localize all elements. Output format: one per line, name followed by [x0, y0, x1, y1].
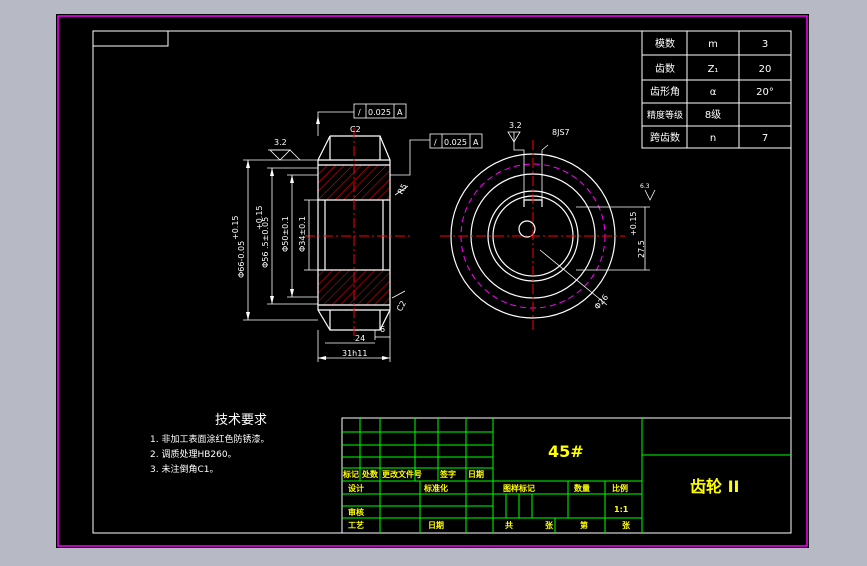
drawing-canvas: 模数 m 3 齿数 Z₁ 20 齿形角 α 20° 精度等级 8级 跨齿数 n …: [56, 14, 809, 548]
dim-hub-width: 24: [355, 334, 365, 343]
flatness-symbol: /: [358, 108, 361, 117]
param-label-2: 齿数: [655, 62, 675, 75]
dim-outer-tol: +0.15: [231, 215, 240, 240]
process-label: 工艺: [348, 520, 364, 530]
param-value-5: 7: [762, 133, 768, 144]
sheets-total-label: 共: [505, 520, 513, 530]
keyway-width: 8JS7: [552, 128, 570, 137]
param-symbol-2: Z₁: [708, 64, 719, 75]
param-value-2: 20: [759, 64, 772, 75]
quantity-label: 数量: [574, 483, 590, 493]
param-symbol-3: α: [710, 87, 717, 98]
sheet-label: 张: [545, 521, 554, 530]
design-label: 设计: [348, 483, 364, 493]
param-label-5: 跨齿数: [650, 131, 680, 144]
runout-symbol: /: [434, 138, 437, 147]
rev-header-sign: 签字: [439, 469, 456, 479]
tech-req-item-3: 3. 未注倒角C1。: [150, 463, 218, 475]
param-label-3: 齿形角: [650, 86, 680, 98]
part-name: 齿轮 II: [690, 477, 739, 496]
dim-outer: Φ66-0.05: [237, 241, 246, 278]
rev-header-docno: 更改文件号: [382, 469, 422, 479]
side-roughness: 6.3: [640, 183, 650, 190]
param-label-4: 精度等级: [647, 109, 683, 121]
flatness-datum: A: [397, 108, 403, 117]
review-label: 审核: [348, 507, 364, 517]
rev-header-date: 日期: [468, 469, 484, 479]
stage-mark-label: 图样标记: [503, 483, 535, 493]
sheet-no-label: 第: [580, 520, 588, 530]
rev-header-mark: 标记: [342, 469, 359, 479]
dim-step: 6: [380, 325, 385, 334]
tech-req-item-2: 2. 调质处理HB260。: [150, 448, 237, 460]
keyway-tol: +0.15: [629, 211, 638, 236]
param-symbol-1: m: [708, 39, 718, 50]
param-value-1: 3: [762, 39, 768, 50]
standardization-label: 标准化: [423, 483, 448, 493]
tech-req-item-1: 1. 非加工表面涂红色防锈漆。: [150, 433, 269, 445]
dim-hub2: Φ34±0.1: [298, 216, 307, 252]
section-roughness: 3.2: [274, 138, 287, 147]
param-symbol-4: 8级: [705, 109, 721, 121]
scale-label: 比例: [612, 483, 628, 493]
param-symbol-5: n: [710, 133, 716, 144]
runout-datum: A: [473, 138, 479, 147]
date-label: 日期: [428, 520, 444, 530]
flatness-value: 0.025: [368, 108, 391, 117]
dim-width: 31h11: [342, 349, 367, 358]
sheet-unit-label: 张: [622, 521, 631, 530]
chamfer-top: C2: [350, 125, 361, 134]
runout-value: 0.025: [444, 138, 467, 147]
rev-header-count: 处数: [361, 469, 379, 479]
scale-value: 1:1: [614, 505, 629, 514]
front-roughness: 3.2: [509, 121, 522, 130]
cad-drawing-viewport[interactable]: 模数 m 3 齿数 Z₁ 20 齿形角 α 20° 精度等级 8级 跨齿数 n …: [0, 0, 867, 562]
dim-hub1: Φ50±0.1: [281, 216, 290, 252]
dim-root-tol: +0.15: [255, 205, 264, 230]
param-value-3: 20°: [756, 87, 774, 98]
tech-req-title: 技术要求: [215, 413, 267, 428]
keyway-depth: 27.5: [637, 240, 646, 258]
param-label-1: 模数: [655, 37, 675, 50]
material-label: 45#: [548, 442, 584, 461]
